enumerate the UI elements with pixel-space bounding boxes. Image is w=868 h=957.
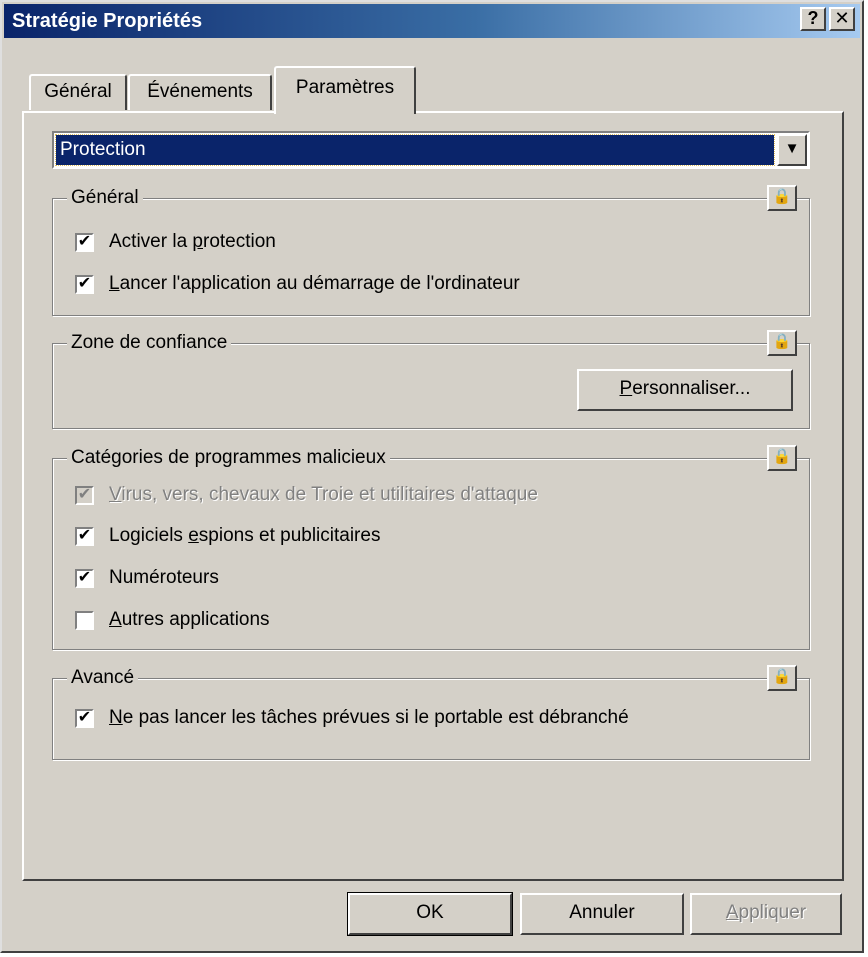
help-button[interactable]: ? bbox=[800, 7, 826, 31]
tab-general[interactable]: Général bbox=[29, 74, 127, 110]
checkbox-label: Virus, vers, chevaux de Troie et utilita… bbox=[109, 484, 538, 505]
checkbox-label: Numéroteurs bbox=[109, 567, 219, 588]
checkbox-box[interactable] bbox=[75, 611, 94, 630]
close-button[interactable]: ✕ bbox=[829, 7, 855, 31]
settings-category-dropdown[interactable]: Protection ▼ bbox=[52, 131, 810, 169]
group-advanced: Avancé 🔒 ✔ Ne pas lancer les tâches prév… bbox=[52, 665, 810, 760]
group-trusted-zone: Zone de confiance 🔒 Personnaliser... bbox=[52, 330, 810, 429]
checkbox-label: Autres applications bbox=[109, 609, 270, 630]
cancel-button[interactable]: Annuler bbox=[520, 893, 684, 935]
checkbox-box[interactable]: ✔ bbox=[75, 233, 94, 252]
checkbox-box[interactable]: ✔ bbox=[75, 275, 94, 294]
ok-button[interactable]: OK bbox=[347, 892, 513, 936]
group-title-malware-categories: Catégories de programmes malicieux bbox=[67, 445, 390, 471]
dropdown-arrow-icon[interactable]: ▼ bbox=[777, 134, 807, 166]
checkbox-label: Logiciels espions et publicitaires bbox=[109, 525, 381, 546]
checkbox-box: ✔ bbox=[75, 486, 94, 505]
window-title: Stratégie Propriétés bbox=[12, 10, 203, 32]
lock-icon[interactable]: 🔒 bbox=[767, 330, 797, 356]
group-title-general: Général bbox=[67, 185, 143, 211]
tab-events[interactable]: Événements bbox=[128, 74, 272, 110]
apply-button[interactable]: Appliquer bbox=[690, 893, 842, 935]
group-general: Général 🔒 ✔ Activer la protection ✔ Lanc… bbox=[52, 185, 810, 316]
checkbox-box[interactable]: ✔ bbox=[75, 709, 94, 728]
checkbox-label: Activer la protection bbox=[109, 231, 276, 252]
checkbox-label: Ne pas lancer les tâches prévues si le p… bbox=[109, 707, 629, 728]
group-malware-categories: Catégories de programmes malicieux 🔒 ✔ V… bbox=[52, 445, 810, 650]
title-bar[interactable]: Stratégie Propriétés ? ✕ bbox=[4, 4, 860, 38]
checkbox-box[interactable]: ✔ bbox=[75, 527, 94, 546]
checkbox-label: Lancer l'application au démarrage de l'o… bbox=[109, 273, 520, 294]
tab-parametres[interactable]: Paramètres bbox=[274, 66, 416, 114]
dropdown-selected-value: Protection bbox=[55, 134, 775, 166]
customize-button[interactable]: Personnaliser... bbox=[577, 369, 793, 411]
checkbox-box[interactable]: ✔ bbox=[75, 569, 94, 588]
group-title-advanced: Avancé bbox=[67, 665, 139, 691]
lock-icon[interactable]: 🔒 bbox=[767, 185, 797, 211]
group-title-trusted-zone: Zone de confiance bbox=[67, 330, 232, 356]
lock-icon[interactable]: 🔒 bbox=[767, 665, 797, 691]
lock-icon[interactable]: 🔒 bbox=[767, 445, 797, 471]
